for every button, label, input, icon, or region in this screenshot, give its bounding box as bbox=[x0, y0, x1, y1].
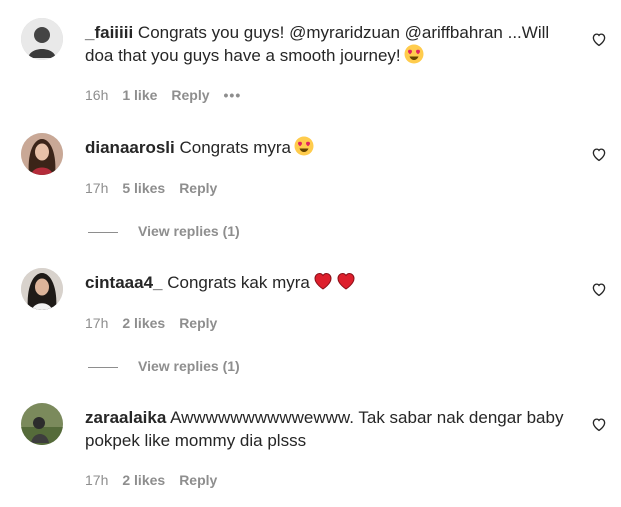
comment-username[interactable]: dianaarosli bbox=[85, 138, 175, 157]
view-replies-button[interactable]: View replies (1) bbox=[88, 222, 240, 240]
comment-body: Congrats myra bbox=[174, 138, 291, 157]
comment-username[interactable]: zaraalaika bbox=[85, 408, 166, 427]
comment-text: _faiiiii Congrats you guys! @myraridzuan… bbox=[85, 21, 565, 67]
mention-link[interactable]: @ariffbahran bbox=[405, 23, 503, 42]
reply-button[interactable]: Reply bbox=[179, 179, 217, 197]
avatar[interactable] bbox=[21, 268, 63, 310]
reply-button[interactable]: Reply bbox=[171, 86, 209, 104]
more-options-icon[interactable]: ••• bbox=[224, 86, 242, 104]
comment-body: Congrats kak myra bbox=[162, 273, 310, 292]
likes-count[interactable]: 2 likes bbox=[122, 314, 165, 332]
comment-meta: 16h 1 like Reply ••• bbox=[85, 86, 255, 104]
reply-button[interactable]: Reply bbox=[179, 314, 217, 332]
heart-outline-icon[interactable] bbox=[590, 280, 608, 298]
heart-eyes-emoji bbox=[294, 136, 314, 156]
heart-outline-icon[interactable] bbox=[590, 145, 608, 163]
comment-text: cintaaa4_ Congrats kak myra bbox=[85, 271, 565, 294]
avatar[interactable] bbox=[21, 133, 63, 175]
avatar-image bbox=[21, 18, 63, 60]
divider bbox=[88, 231, 118, 233]
comment-meta: 17h 2 likes Reply bbox=[85, 314, 231, 332]
likes-count[interactable]: 1 like bbox=[122, 86, 157, 104]
likes-count[interactable]: 2 likes bbox=[122, 471, 165, 489]
comment-time[interactable]: 17h bbox=[85, 314, 108, 332]
reply-button[interactable]: Reply bbox=[179, 471, 217, 489]
avatar-image bbox=[21, 268, 63, 310]
comment-username[interactable]: _faiiiii bbox=[85, 23, 133, 42]
heart-eyes-emoji bbox=[404, 44, 424, 64]
divider bbox=[88, 366, 118, 368]
likes-count[interactable]: 5 likes bbox=[122, 179, 165, 197]
comment-body: Congrats you guys! bbox=[133, 23, 290, 42]
comment-username[interactable]: cintaaa4_ bbox=[85, 273, 163, 292]
comment-text: zaraalaika Awwwwwwwwwwewww. Tak sabar na… bbox=[85, 406, 565, 452]
heart-outline-icon[interactable] bbox=[590, 415, 608, 433]
avatar[interactable] bbox=[21, 403, 63, 445]
avatar[interactable] bbox=[21, 18, 63, 60]
view-replies-label: View replies (1) bbox=[138, 358, 240, 374]
comment-text: dianaarosli Congrats myra bbox=[85, 136, 565, 159]
red-heart-emoji bbox=[313, 271, 333, 291]
comment-time[interactable]: 17h bbox=[85, 179, 108, 197]
comment-time[interactable]: 16h bbox=[85, 86, 108, 104]
red-heart-emoji bbox=[336, 271, 356, 291]
view-replies-label: View replies (1) bbox=[138, 223, 240, 239]
heart-outline-icon[interactable] bbox=[590, 30, 608, 48]
comment-meta: 17h 2 likes Reply bbox=[85, 471, 231, 489]
avatar-image bbox=[21, 403, 63, 445]
comment-meta: 17h 5 likes Reply bbox=[85, 179, 231, 197]
view-replies-button[interactable]: View replies (1) bbox=[88, 357, 240, 375]
mention-link[interactable]: @myraridzuan bbox=[289, 23, 400, 42]
avatar-image bbox=[21, 133, 63, 175]
comment-time[interactable]: 17h bbox=[85, 471, 108, 489]
